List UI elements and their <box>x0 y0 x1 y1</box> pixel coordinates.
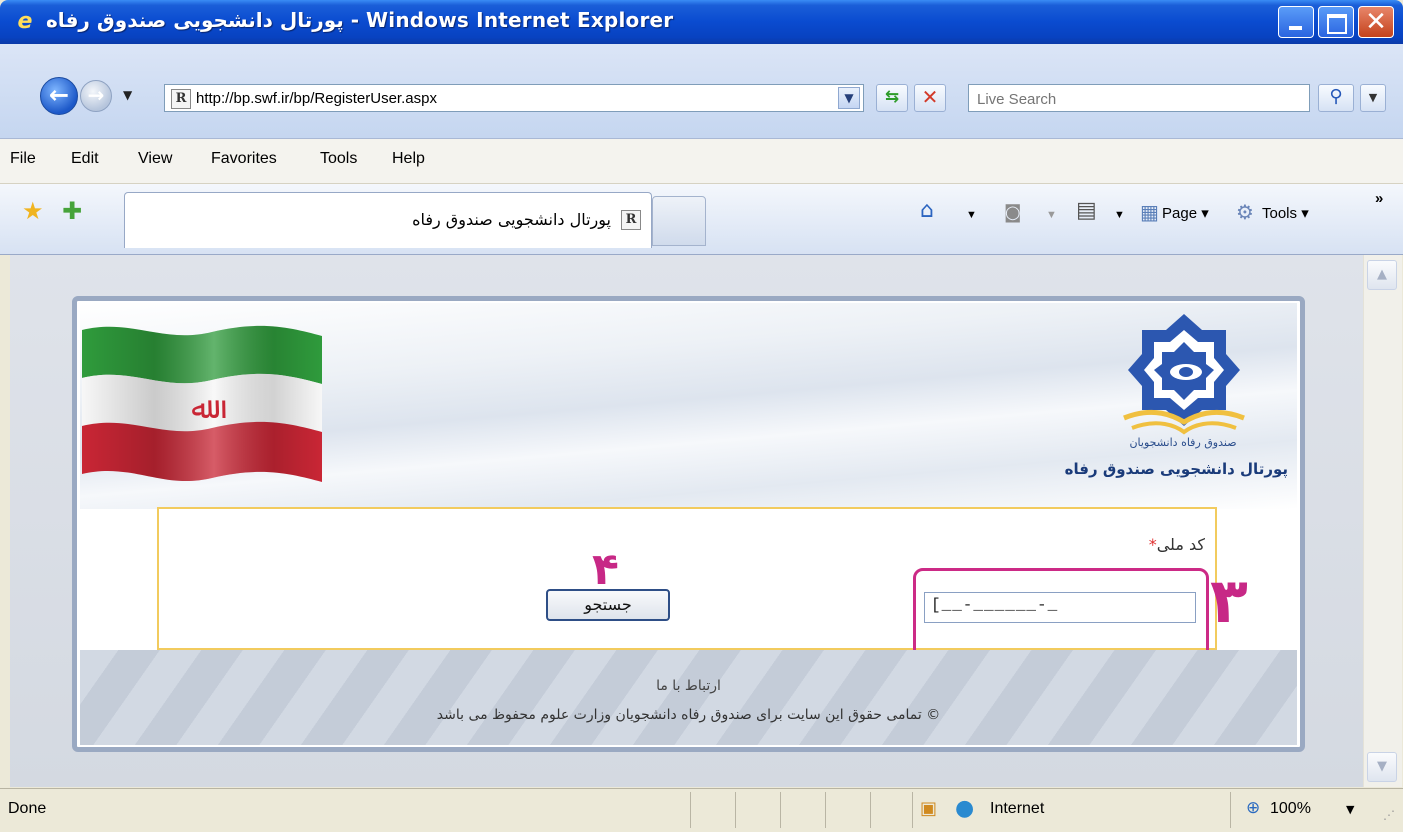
print-icon[interactable]: ▤ <box>1076 198 1097 223</box>
search-box[interactable] <box>968 84 1310 112</box>
tools-menu-button[interactable]: Tools ▾ <box>1262 204 1309 222</box>
minimize-icon <box>1289 26 1302 30</box>
menu-view[interactable]: View <box>138 150 172 168</box>
tools-menu-label: Tools <box>1262 205 1298 222</box>
page-menu-button[interactable]: Page ▾ <box>1162 204 1209 222</box>
tab-favicon-icon: R <box>621 210 641 230</box>
refresh-button[interactable]: ⇆ <box>876 84 908 112</box>
status-divider <box>690 792 691 828</box>
field-label-text: کد ملی <box>1156 535 1205 554</box>
address-bar[interactable]: R http://bp.swf.ir/bp/RegisterUser.aspx <box>164 84 864 112</box>
window-title: پورتال دانشجویی صندوق رفاه - Windows Int… <box>46 8 674 32</box>
new-tab-button[interactable] <box>652 196 706 246</box>
status-divider <box>825 792 826 828</box>
scroll-down-button[interactable]: ▼ <box>1367 752 1397 782</box>
protected-mode-icon[interactable]: ▣ <box>920 798 937 819</box>
iran-flag-icon: ﷲ <box>82 325 322 482</box>
print-dropdown-icon[interactable]: ▼ <box>1114 209 1125 221</box>
scroll-up-button[interactable]: ▲ <box>1367 260 1397 290</box>
national-code-label: کد ملی* <box>1090 535 1205 554</box>
title-bar: e پورتال دانشجویی صندوق رفاه - Windows I… <box>0 0 1403 44</box>
chevron-more-icon[interactable]: » <box>1375 190 1383 207</box>
zoom-level[interactable]: 100% <box>1270 800 1311 818</box>
step-4-annotation: ۴ <box>592 544 619 595</box>
maximize-icon <box>1327 14 1347 34</box>
address-dropdown-button[interactable]: ▼ <box>838 87 860 109</box>
tab-portal[interactable]: پورتال دانشجویی صندوق رفاه R <box>124 192 652 248</box>
menu-file[interactable]: File <box>10 150 36 168</box>
page-icon: ▦ <box>1140 200 1159 224</box>
step-3-annotation: ۳ <box>1210 564 1248 637</box>
status-divider <box>870 792 871 828</box>
ie-logo-icon: e <box>17 9 33 34</box>
add-favorite-icon[interactable]: ✚ <box>62 197 82 225</box>
search-input[interactable] <box>975 86 1299 112</box>
menu-help[interactable]: Help <box>392 150 425 168</box>
recent-pages-dropdown[interactable]: ▼ <box>123 88 132 102</box>
copyright-text: © تمامی حقوق این سایت برای صندوق رفاه دا… <box>436 707 941 723</box>
resize-grip-icon[interactable]: ⋰ <box>1383 808 1395 822</box>
page-menu-label: Page <box>1162 205 1198 222</box>
tools-gear-icon: ⚙ <box>1236 200 1254 224</box>
tab-title: پورتال دانشجویی صندوق رفاه <box>412 210 611 229</box>
address-url: http://bp.swf.ir/bp/RegisterUser.aspx <box>196 90 437 107</box>
zoom-icon: ⊕ <box>1246 798 1261 818</box>
security-zone[interactable]: Internet <box>990 800 1044 818</box>
status-divider <box>912 792 913 828</box>
minimize-button[interactable] <box>1278 6 1314 38</box>
home-dropdown-icon[interactable]: ▼ <box>966 209 977 221</box>
site-favicon-icon: R <box>171 89 191 109</box>
menu-bar: File Edit View Favorites Tools Help <box>0 139 1403 184</box>
feeds-icon[interactable]: ◙ <box>1004 202 1021 223</box>
status-text: Done <box>8 800 47 817</box>
search-go-button[interactable]: ⚲ <box>1318 84 1354 112</box>
search-options-dropdown[interactable]: ▼ <box>1360 84 1386 112</box>
search-submit-button[interactable]: جستجو <box>546 589 670 621</box>
swf-logo-icon <box>1123 314 1245 435</box>
stop-button[interactable]: ✕ <box>914 84 946 112</box>
status-divider <box>780 792 781 828</box>
menu-favorites[interactable]: Favorites <box>211 150 277 168</box>
back-button[interactable]: ← <box>40 77 78 115</box>
vertical-scrollbar[interactable] <box>1363 255 1402 787</box>
menu-tools[interactable]: Tools <box>320 150 357 168</box>
forward-button[interactable]: → <box>80 80 112 112</box>
page-footer <box>80 650 1297 745</box>
close-button[interactable]: ✕ <box>1358 6 1394 38</box>
favorites-center-icon[interactable]: ★ <box>22 197 44 225</box>
status-divider <box>1230 792 1231 828</box>
close-icon: ✕ <box>1365 7 1387 37</box>
maximize-button[interactable] <box>1318 6 1354 38</box>
logo-caption: صندوق رفاه دانشجویان <box>1129 436 1237 449</box>
required-mark: * <box>1148 535 1157 554</box>
internet-zone-globe-icon: ● <box>955 796 975 821</box>
feeds-dropdown-icon[interactable]: ▼ <box>1046 209 1057 221</box>
status-divider <box>735 792 736 828</box>
contact-link[interactable]: ارتباط با ما <box>80 678 1297 694</box>
home-icon[interactable]: ⌂ <box>920 198 934 223</box>
menu-edit[interactable]: Edit <box>71 150 99 168</box>
portal-name: پورتال دانشجویی صندوق رفاه <box>1064 460 1288 478</box>
status-bar <box>0 788 1403 832</box>
zoom-dropdown-icon[interactable]: ▼ <box>1346 803 1354 816</box>
